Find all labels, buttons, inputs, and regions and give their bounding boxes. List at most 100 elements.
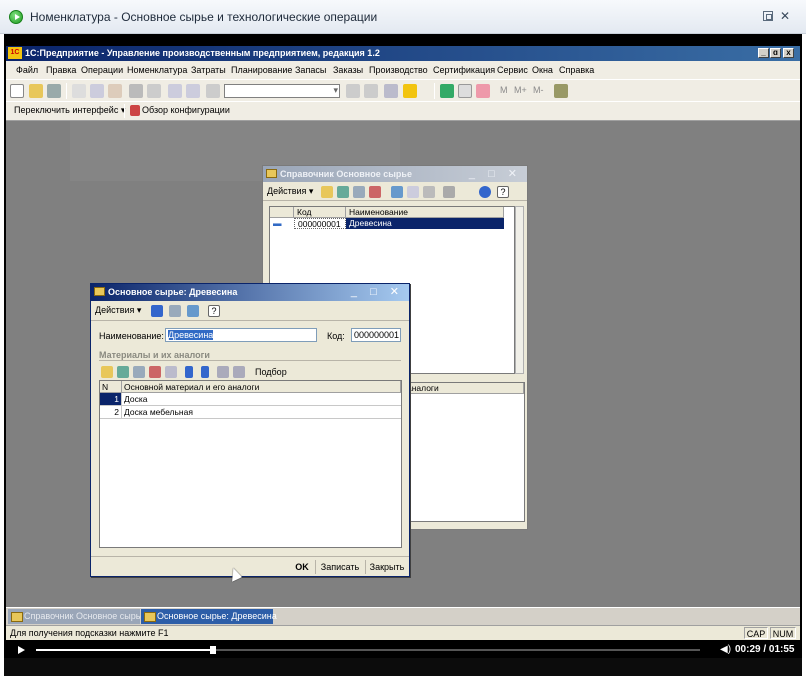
config-overview-button[interactable]: Обзор конфигурации bbox=[142, 105, 230, 115]
switch-interface-button[interactable]: Переключить интерфейс ▾ bbox=[14, 105, 125, 116]
col-material-header[interactable]: Основной материал и его аналоги bbox=[122, 381, 401, 393]
catalog-window-buttons[interactable]: _ □ ✕ bbox=[469, 167, 522, 180]
filter-icon[interactable] bbox=[391, 186, 403, 198]
menu-nomenclature[interactable]: Номенклатура bbox=[127, 65, 187, 75]
close-button[interactable]: ✕ bbox=[780, 10, 790, 22]
col-number-header[interactable]: N bbox=[100, 381, 122, 393]
save-icon[interactable] bbox=[47, 84, 61, 98]
element-window-buttons[interactable]: _ □ ✕ bbox=[351, 285, 404, 298]
progress-bar[interactable] bbox=[36, 646, 700, 654]
navigate-icon[interactable] bbox=[187, 305, 199, 317]
back-icon[interactable] bbox=[151, 305, 163, 317]
progress-thumb[interactable] bbox=[209, 646, 216, 654]
element-actions-button[interactable]: Действия ▾ bbox=[95, 305, 141, 316]
move-down-icon[interactable] bbox=[201, 366, 209, 378]
redo-icon[interactable] bbox=[186, 84, 200, 98]
move-up-icon[interactable] bbox=[185, 366, 193, 378]
code-field[interactable]: 000000001 bbox=[351, 328, 401, 342]
search-prev-icon[interactable] bbox=[364, 84, 378, 98]
help-icon[interactable]: ? bbox=[497, 186, 509, 198]
name-field[interactable]: Древесина bbox=[165, 328, 317, 342]
menu-costs[interactable]: Затраты bbox=[191, 65, 226, 75]
catalog-scrollbar[interactable] bbox=[515, 206, 524, 374]
new-document-icon[interactable] bbox=[10, 84, 24, 98]
grid-marker-header bbox=[270, 207, 294, 218]
open-icon[interactable] bbox=[29, 84, 43, 98]
col-code-header[interactable]: Код bbox=[294, 207, 346, 218]
structure-icon[interactable] bbox=[169, 305, 181, 317]
menu-help[interactable]: Справка bbox=[559, 65, 594, 75]
table-row[interactable]: 2 Доска мебельная bbox=[100, 406, 401, 419]
catalog-actions-button[interactable]: Действия ▾ bbox=[267, 186, 313, 197]
table-row[interactable]: 1 Доска bbox=[100, 393, 401, 406]
end-edit-icon[interactable] bbox=[165, 366, 177, 378]
sort-asc-icon[interactable] bbox=[217, 366, 229, 378]
add-row-icon[interactable] bbox=[101, 366, 113, 378]
minimize-button[interactable]: _ bbox=[758, 48, 769, 58]
settings-icon[interactable] bbox=[423, 186, 435, 198]
maximize-button[interactable]: ɑ bbox=[770, 48, 781, 58]
folder-icon[interactable] bbox=[403, 84, 417, 98]
windows-icon[interactable] bbox=[384, 84, 398, 98]
undo-icon[interactable] bbox=[168, 84, 182, 98]
menu-planning[interactable]: Планирование bbox=[231, 65, 292, 75]
copy-icon[interactable] bbox=[90, 84, 104, 98]
menu-production[interactable]: Производство bbox=[369, 65, 428, 75]
hierarchy-icon[interactable] bbox=[407, 186, 419, 198]
pick-button[interactable]: Подбор bbox=[255, 367, 287, 377]
calculator-icon[interactable] bbox=[476, 84, 490, 98]
preview-icon[interactable] bbox=[147, 84, 161, 98]
paste-icon[interactable] bbox=[108, 84, 122, 98]
menu-service[interactable]: Сервис bbox=[497, 65, 528, 75]
find-icon[interactable] bbox=[206, 84, 220, 98]
task-catalog[interactable]: Справочник Основное сырье bbox=[8, 609, 145, 624]
play-icon[interactable] bbox=[18, 646, 25, 654]
row-number: 2 bbox=[100, 406, 122, 418]
app-window: 1С 1С:Предприятие - Управление производс… bbox=[6, 46, 800, 640]
table-icon[interactable] bbox=[440, 84, 454, 98]
num-indicator: NUM bbox=[770, 627, 796, 639]
volume-icon[interactable]: ◀) bbox=[720, 644, 731, 655]
menu-operations[interactable]: Операции bbox=[81, 65, 123, 75]
clear-filter-icon[interactable] bbox=[443, 186, 455, 198]
save-button[interactable]: Записать bbox=[317, 560, 363, 575]
menu-stock[interactable]: Запасы bbox=[295, 65, 326, 75]
search-combo[interactable] bbox=[224, 84, 340, 98]
row-name-cell[interactable]: Древесина bbox=[346, 218, 504, 229]
memory-plus-label[interactable]: M+ bbox=[514, 85, 527, 95]
row-code-cell[interactable]: 000000001 bbox=[294, 218, 346, 229]
close-form-button[interactable]: Закрыть bbox=[367, 560, 407, 575]
edit-row-icon[interactable] bbox=[133, 366, 145, 378]
restore-button[interactable] bbox=[763, 11, 773, 21]
print-icon[interactable] bbox=[129, 84, 143, 98]
ok-button[interactable]: OK bbox=[291, 560, 313, 575]
edit-icon[interactable] bbox=[353, 186, 365, 198]
app-close-button[interactable]: x bbox=[783, 48, 794, 58]
copy-row-icon[interactable] bbox=[117, 366, 129, 378]
tools-icon[interactable] bbox=[554, 84, 568, 98]
menu-edit[interactable]: Правка bbox=[46, 65, 76, 75]
search-next-icon[interactable] bbox=[346, 84, 360, 98]
add-icon[interactable] bbox=[321, 186, 333, 198]
delete-row-icon[interactable] bbox=[149, 366, 161, 378]
delete-icon[interactable] bbox=[369, 186, 381, 198]
memory-label[interactable]: M bbox=[500, 85, 508, 95]
copy-item-icon[interactable] bbox=[337, 186, 349, 198]
status-hint: Для получения подсказки нажмите F1 bbox=[10, 628, 169, 638]
sort-desc-icon[interactable] bbox=[233, 366, 245, 378]
col-name-header[interactable]: Наименование bbox=[346, 207, 504, 218]
memory-minus-label[interactable]: M- bbox=[533, 85, 544, 95]
element-help-icon[interactable]: ? bbox=[208, 305, 220, 317]
element-icon bbox=[94, 287, 105, 296]
calendar-icon[interactable] bbox=[458, 84, 472, 98]
element-window: Основное сырье: Древесина _ □ ✕ Действия… bbox=[90, 283, 410, 582]
task-element[interactable]: Основное сырье: Древесина bbox=[141, 609, 277, 624]
menu-certification[interactable]: Сертификация bbox=[433, 65, 495, 75]
menu-orders[interactable]: Заказы bbox=[333, 65, 363, 75]
configuration-icon bbox=[130, 105, 140, 116]
menu-windows[interactable]: Окна bbox=[532, 65, 553, 75]
menu-file[interactable]: Файл bbox=[16, 65, 38, 75]
cut-icon[interactable] bbox=[72, 84, 86, 98]
refresh-icon[interactable] bbox=[479, 186, 491, 198]
viewer-title: Номенклатура - Основное сырье и технолог… bbox=[30, 10, 378, 24]
